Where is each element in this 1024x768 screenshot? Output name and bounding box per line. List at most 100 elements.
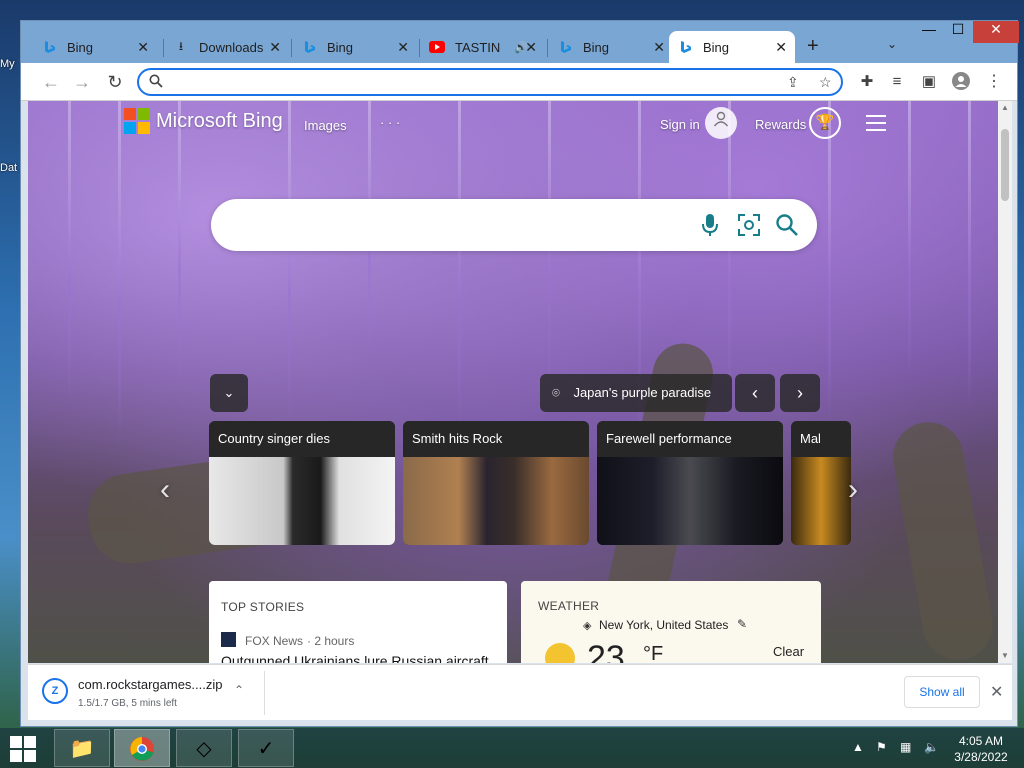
maximize-button[interactable]: ☐: [943, 21, 973, 43]
close-icon[interactable]: ✕: [269, 39, 281, 56]
tab-downloads[interactable]: ⭳ Downloads ✕: [165, 31, 289, 63]
clock-date: 3/28/2022: [954, 750, 1008, 764]
new-tab-button[interactable]: +: [807, 35, 819, 58]
previous-image-button[interactable]: ‹: [735, 374, 775, 412]
tab-search-chevron-icon[interactable]: ⌄: [887, 37, 897, 51]
bing-icon: [301, 39, 317, 55]
scroll-up-arrow[interactable]: ▲: [998, 101, 1012, 115]
sign-in-link[interactable]: Sign in: [660, 117, 700, 132]
weather-location: New York, United States: [599, 618, 729, 632]
location-pin-icon: ⌾: [552, 385, 560, 400]
news-card[interactable]: Mal: [791, 421, 851, 545]
youtube-icon: [429, 39, 445, 55]
weather-title: WEATHER: [538, 599, 600, 613]
volume-icon[interactable]: 🔈: [924, 740, 939, 754]
tab-title: Bing: [327, 39, 354, 55]
brand-name: Microsoft Bing: [156, 109, 283, 132]
tab-bing-active[interactable]: Bing ✕: [669, 31, 795, 63]
tray-overflow-icon[interactable]: ▲: [852, 740, 864, 754]
address-input[interactable]: [169, 73, 769, 91]
back-icon[interactable]: ←: [41, 72, 61, 92]
news-card[interactable]: Country singer dies: [209, 421, 395, 545]
trophy-icon[interactable]: 🏆: [809, 107, 841, 139]
close-icon[interactable]: ✕: [653, 39, 665, 56]
tab-title: TASTIN: [455, 39, 501, 55]
search-icon: [149, 74, 163, 91]
rewards-link[interactable]: Rewards: [755, 117, 806, 132]
browser-window: Bing ✕ ⭳ Downloads ✕ Bing ✕ TASTIN 🔊 ✕ B…: [20, 20, 1019, 727]
menu-kebab-icon[interactable]: ⋮: [984, 72, 1004, 92]
weather-panel[interactable]: WEATHER ◈ New York, United States ✎ 23 °…: [521, 581, 821, 663]
story-headline[interactable]: Outgunned Ukrainians lure Russian aircra…: [221, 653, 489, 663]
next-image-button[interactable]: ›: [780, 374, 820, 412]
top-stories-panel[interactable]: TOP STORIES FOX News · 2 hours Outgunned…: [209, 581, 507, 663]
search-icon[interactable]: [775, 213, 799, 243]
show-all-button[interactable]: Show all: [904, 676, 980, 708]
weather-condition: Clear: [773, 644, 805, 659]
scroll-down-arrow[interactable]: ▼: [998, 649, 1012, 663]
app-icon[interactable]: ◇: [176, 729, 232, 767]
visual-search-icon[interactable]: [737, 213, 761, 243]
microsoft-bing-logo[interactable]: Microsoft Bing: [124, 108, 283, 134]
microphone-icon[interactable]: [701, 213, 719, 243]
close-icon[interactable]: ✕: [525, 39, 537, 56]
news-card-caption: Smith hits Rock: [403, 421, 589, 457]
windows-start-icon[interactable]: [10, 736, 36, 762]
bookmark-star-icon[interactable]: ☆: [819, 74, 832, 91]
location-pill-label: Japan's purple paradise: [573, 385, 712, 400]
news-card[interactable]: Smith hits Rock: [403, 421, 589, 545]
carousel-prev-arrow[interactable]: ‹: [160, 473, 170, 507]
chevron-up-icon[interactable]: ⌃: [234, 683, 244, 697]
news-card-caption: Farewell performance: [597, 421, 783, 457]
download-filename[interactable]: com.rockstargames....zip: [78, 677, 223, 692]
avatar-icon[interactable]: [705, 107, 737, 139]
flag-icon[interactable]: ⚑: [876, 740, 887, 754]
desktop-icon-label[interactable]: My: [0, 58, 22, 70]
carousel-next-arrow[interactable]: ›: [848, 473, 858, 507]
tab-youtube[interactable]: TASTIN 🔊 ✕: [421, 31, 545, 63]
zip-file-icon: Z: [42, 678, 68, 704]
extensions-icon[interactable]: ✚: [857, 72, 877, 92]
close-icon[interactable]: ✕: [397, 39, 409, 56]
news-card[interactable]: Farewell performance: [597, 421, 783, 545]
close-icon[interactable]: ✕: [137, 39, 149, 56]
close-icon[interactable]: ✕: [990, 682, 1003, 702]
side-panel-icon[interactable]: ▣: [919, 72, 939, 92]
bing-search-box[interactable]: [211, 199, 817, 251]
tab-strip: Bing ✕ ⭳ Downloads ✕ Bing ✕ TASTIN 🔊 ✕ B…: [21, 21, 1019, 63]
nav-more-icon[interactable]: · · ·: [380, 115, 400, 130]
tab-title: Bing: [583, 39, 610, 55]
news-card-caption: Mal: [791, 421, 851, 457]
nav-images-link[interactable]: Images: [304, 118, 347, 133]
share-icon[interactable]: ⇪: [787, 74, 799, 91]
scroll-thumb[interactable]: [1001, 129, 1009, 201]
tab-bing[interactable]: Bing ✕: [293, 31, 417, 63]
vertical-scrollbar[interactable]: ▲ ▼: [998, 101, 1012, 663]
moon-icon: [545, 643, 575, 663]
profile-avatar-icon[interactable]: [951, 72, 971, 92]
edit-pencil-icon[interactable]: ✎: [737, 617, 747, 631]
clock-time: 4:05 AM: [958, 734, 1004, 748]
address-bar[interactable]: ⇪ ☆: [137, 68, 843, 96]
reload-icon[interactable]: ↻: [105, 72, 125, 92]
tab-bing[interactable]: Bing ✕: [33, 31, 157, 63]
close-icon[interactable]: ✕: [775, 39, 787, 56]
minimize-button[interactable]: —: [914, 21, 944, 43]
location-icon: ◈: [583, 620, 592, 632]
collapse-chevron-button[interactable]: ⌄: [210, 374, 248, 412]
tab-bing[interactable]: Bing ✕: [549, 31, 673, 63]
desktop-icon-label[interactable]: Dat: [0, 162, 22, 174]
close-window-button[interactable]: ✕: [973, 21, 1019, 43]
network-icon[interactable]: ▦: [900, 740, 911, 754]
taskbar-clock[interactable]: 4:05 AM 3/28/2022: [948, 733, 1014, 765]
file-explorer-icon[interactable]: 📁: [54, 729, 110, 767]
notepad-icon[interactable]: ✓: [238, 729, 294, 767]
hamburger-menu-icon[interactable]: [866, 115, 886, 131]
forward-icon[interactable]: →: [72, 72, 92, 92]
tab-title: Bing: [67, 39, 94, 55]
fox-news-icon: [221, 632, 236, 647]
bing-search-input[interactable]: [235, 213, 695, 237]
media-queue-icon[interactable]: ≡: [887, 72, 907, 92]
chrome-icon[interactable]: [114, 729, 170, 767]
location-pill[interactable]: ⌾ Japan's purple paradise: [540, 374, 732, 412]
